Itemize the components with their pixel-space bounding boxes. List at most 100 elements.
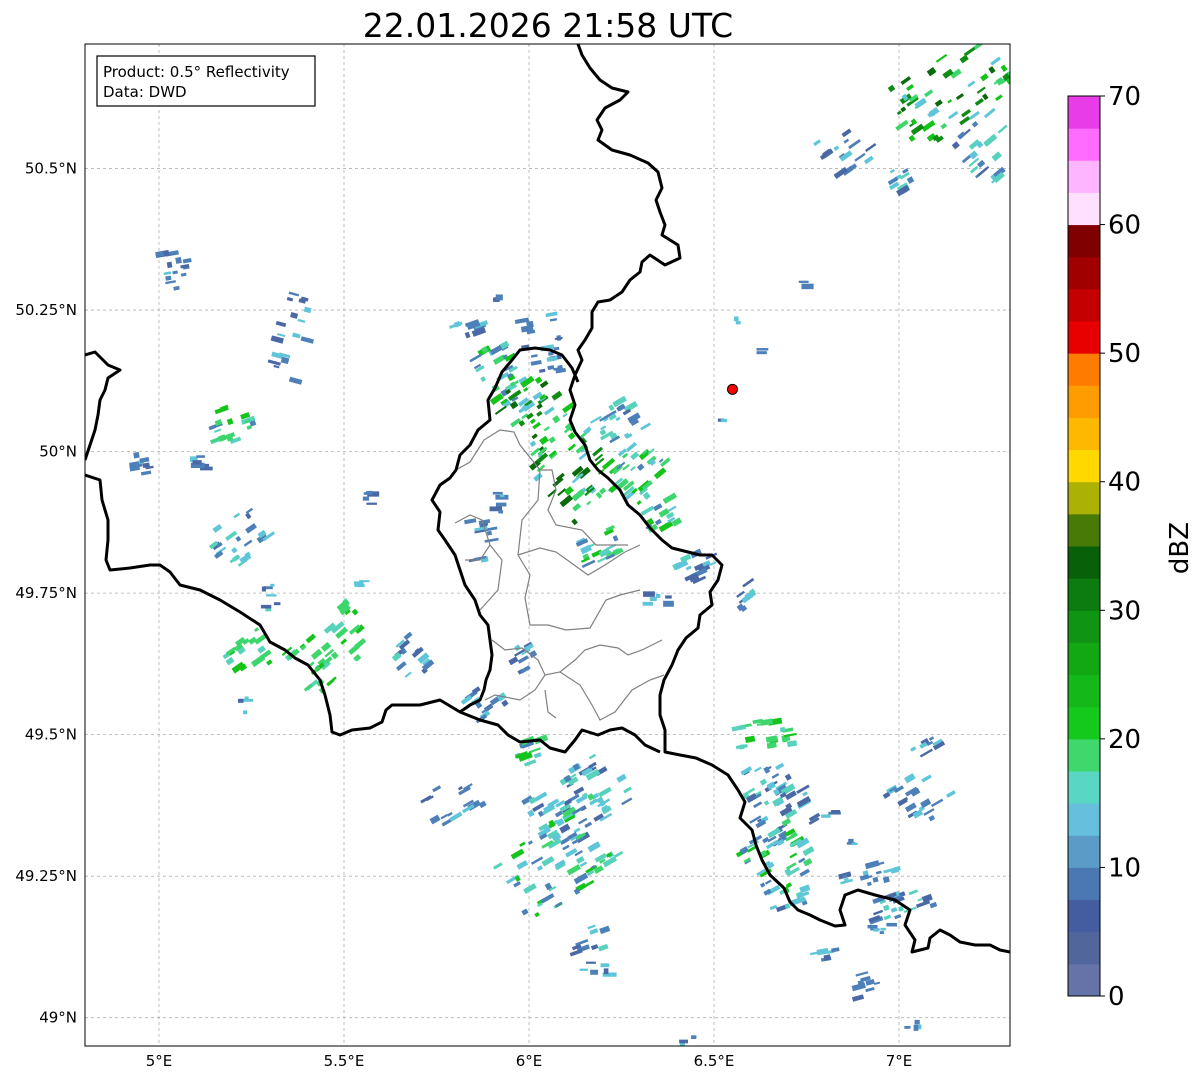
x-axis-ticks: 5°E 5.5°E 6°E 6.5°E 7°E [146,1052,913,1070]
echo-pixel [1018,146,1028,155]
echo-pixel [362,496,370,501]
colorbar-tick-label: 30 [1108,596,1141,626]
colorbar-ticks: 0 10 20 30 40 50 60 70 [1100,82,1141,1012]
colorbar-segment [1068,706,1100,740]
colorbar-segment [1068,610,1100,643]
echo-pixel [914,1019,920,1025]
echo-pixel [879,931,884,934]
colorbar-tick-label: 50 [1108,339,1141,369]
echo-pixel [1009,74,1010,86]
colorbar-segment [1068,385,1100,418]
echo-pixel [643,591,655,597]
y-axis-ticks: 49°N 49.25°N 49.5°N 49.75°N 50°N 50.25°N 50.5°… [15,160,77,1027]
colorbar-label: dBZ [1165,522,1195,574]
echo-pixel [133,451,140,459]
colorbar-tick-label: 60 [1108,211,1141,241]
colorbar-tick-label: 40 [1108,468,1141,498]
x-tick-label: 5.5°E [324,1052,365,1070]
y-tick-label: 50.25°N [15,301,77,319]
radar-map-svg: 22.01.2026 21:58 UTC 5°E 5.5°E 6°E 6.5°E 7°E… [15,6,1195,1070]
colorbar-segment [1068,288,1100,322]
colorbar-segment [1068,256,1100,290]
echo-pixel [495,294,503,301]
colorbar-segment [1068,321,1100,354]
map-title: 22.01.2026 21:58 UTC [363,6,733,45]
y-tick-label: 50°N [39,443,77,461]
echo-pixel [831,810,841,814]
echo-pixel [586,961,596,964]
y-tick-label: 49.5°N [25,726,77,744]
echo-pixel [603,968,609,975]
colorbar-segment [1068,931,1100,965]
echo-pixel [196,455,205,458]
radar-figure: 22.01.2026 21:58 UTC 5°E 5.5°E 6°E 6.5°E 7°E… [0,0,1202,1081]
y-tick-label: 49°N [39,1009,77,1027]
echo-pixel [273,602,281,606]
echo-pixel [353,581,364,586]
echo-pixel [974,35,984,44]
echo-pixel [266,594,277,597]
y-tick-label: 49.75°N [15,584,77,602]
echo-pixel [192,460,202,465]
echo-pixel [691,1035,697,1040]
echo-pixel [867,924,878,929]
echo-pixel [270,583,275,587]
echo-pixel [1018,152,1028,161]
x-tick-label: 6.5°E [694,1052,735,1070]
echo-pixel [175,257,182,264]
colorbar-tick-label: 70 [1108,82,1141,112]
echo-pixel [366,502,377,505]
echo-pixel [880,927,886,931]
echo-pixel [756,348,769,351]
colorbar-segment [1068,963,1100,997]
radar-site-marker [727,383,738,395]
echo-pixel [486,530,492,536]
colorbar-segment [1068,674,1100,708]
echo-pixel [798,280,809,283]
colorbar-segment [1068,224,1100,258]
echo-pixel [366,490,373,494]
echo-pixel [237,698,244,703]
map-area [85,44,1010,1046]
echo-pixel [600,963,610,968]
echo-pixel [649,596,657,602]
echo-pixel [886,922,897,927]
echo-pixel [492,491,503,495]
colorbar-segment [1068,513,1100,547]
colorbar-segment [1068,96,1100,129]
echo-pixel [498,510,504,514]
echo-pixel [962,34,972,43]
echo-cluster [717,418,728,423]
echo-pixel [904,1025,911,1029]
echo-pixel [735,320,741,325]
echo-pixel [679,1039,689,1044]
colorbar [1067,95,1101,997]
x-tick-label: 6°E [516,1052,543,1070]
colorbar-segment [1068,546,1100,579]
colorbar-tick-label: 20 [1108,725,1141,755]
echo-pixel [260,604,272,609]
colorbar-segment [1068,353,1100,386]
colorbar-segment [1068,449,1100,483]
echo-pixel [590,969,599,975]
colorbar-segment [1068,803,1100,836]
y-tick-label: 50.5°N [25,160,77,178]
x-tick-label: 7°E [886,1052,913,1070]
echo-pixel [779,726,786,733]
echo-pixel [851,842,858,845]
colorbar-tick-label: 10 [1108,853,1141,883]
echo-pixel [1010,69,1021,78]
colorbar-segment [1068,738,1100,772]
echo-pixel [913,1024,919,1031]
echo-pixel [976,27,986,36]
echo-pixel [579,968,588,971]
echo-pixel [665,595,672,599]
colorbar-segment [1068,417,1100,451]
colorbar-segment [1068,899,1100,933]
echo-pixel [166,261,173,269]
info-product: Product: 0.5° Reflectivity [103,63,290,81]
echo-pixel [801,283,814,290]
echo-pixel [1016,152,1024,159]
colorbar-segment [1068,867,1100,901]
echo-pixel [495,502,507,507]
